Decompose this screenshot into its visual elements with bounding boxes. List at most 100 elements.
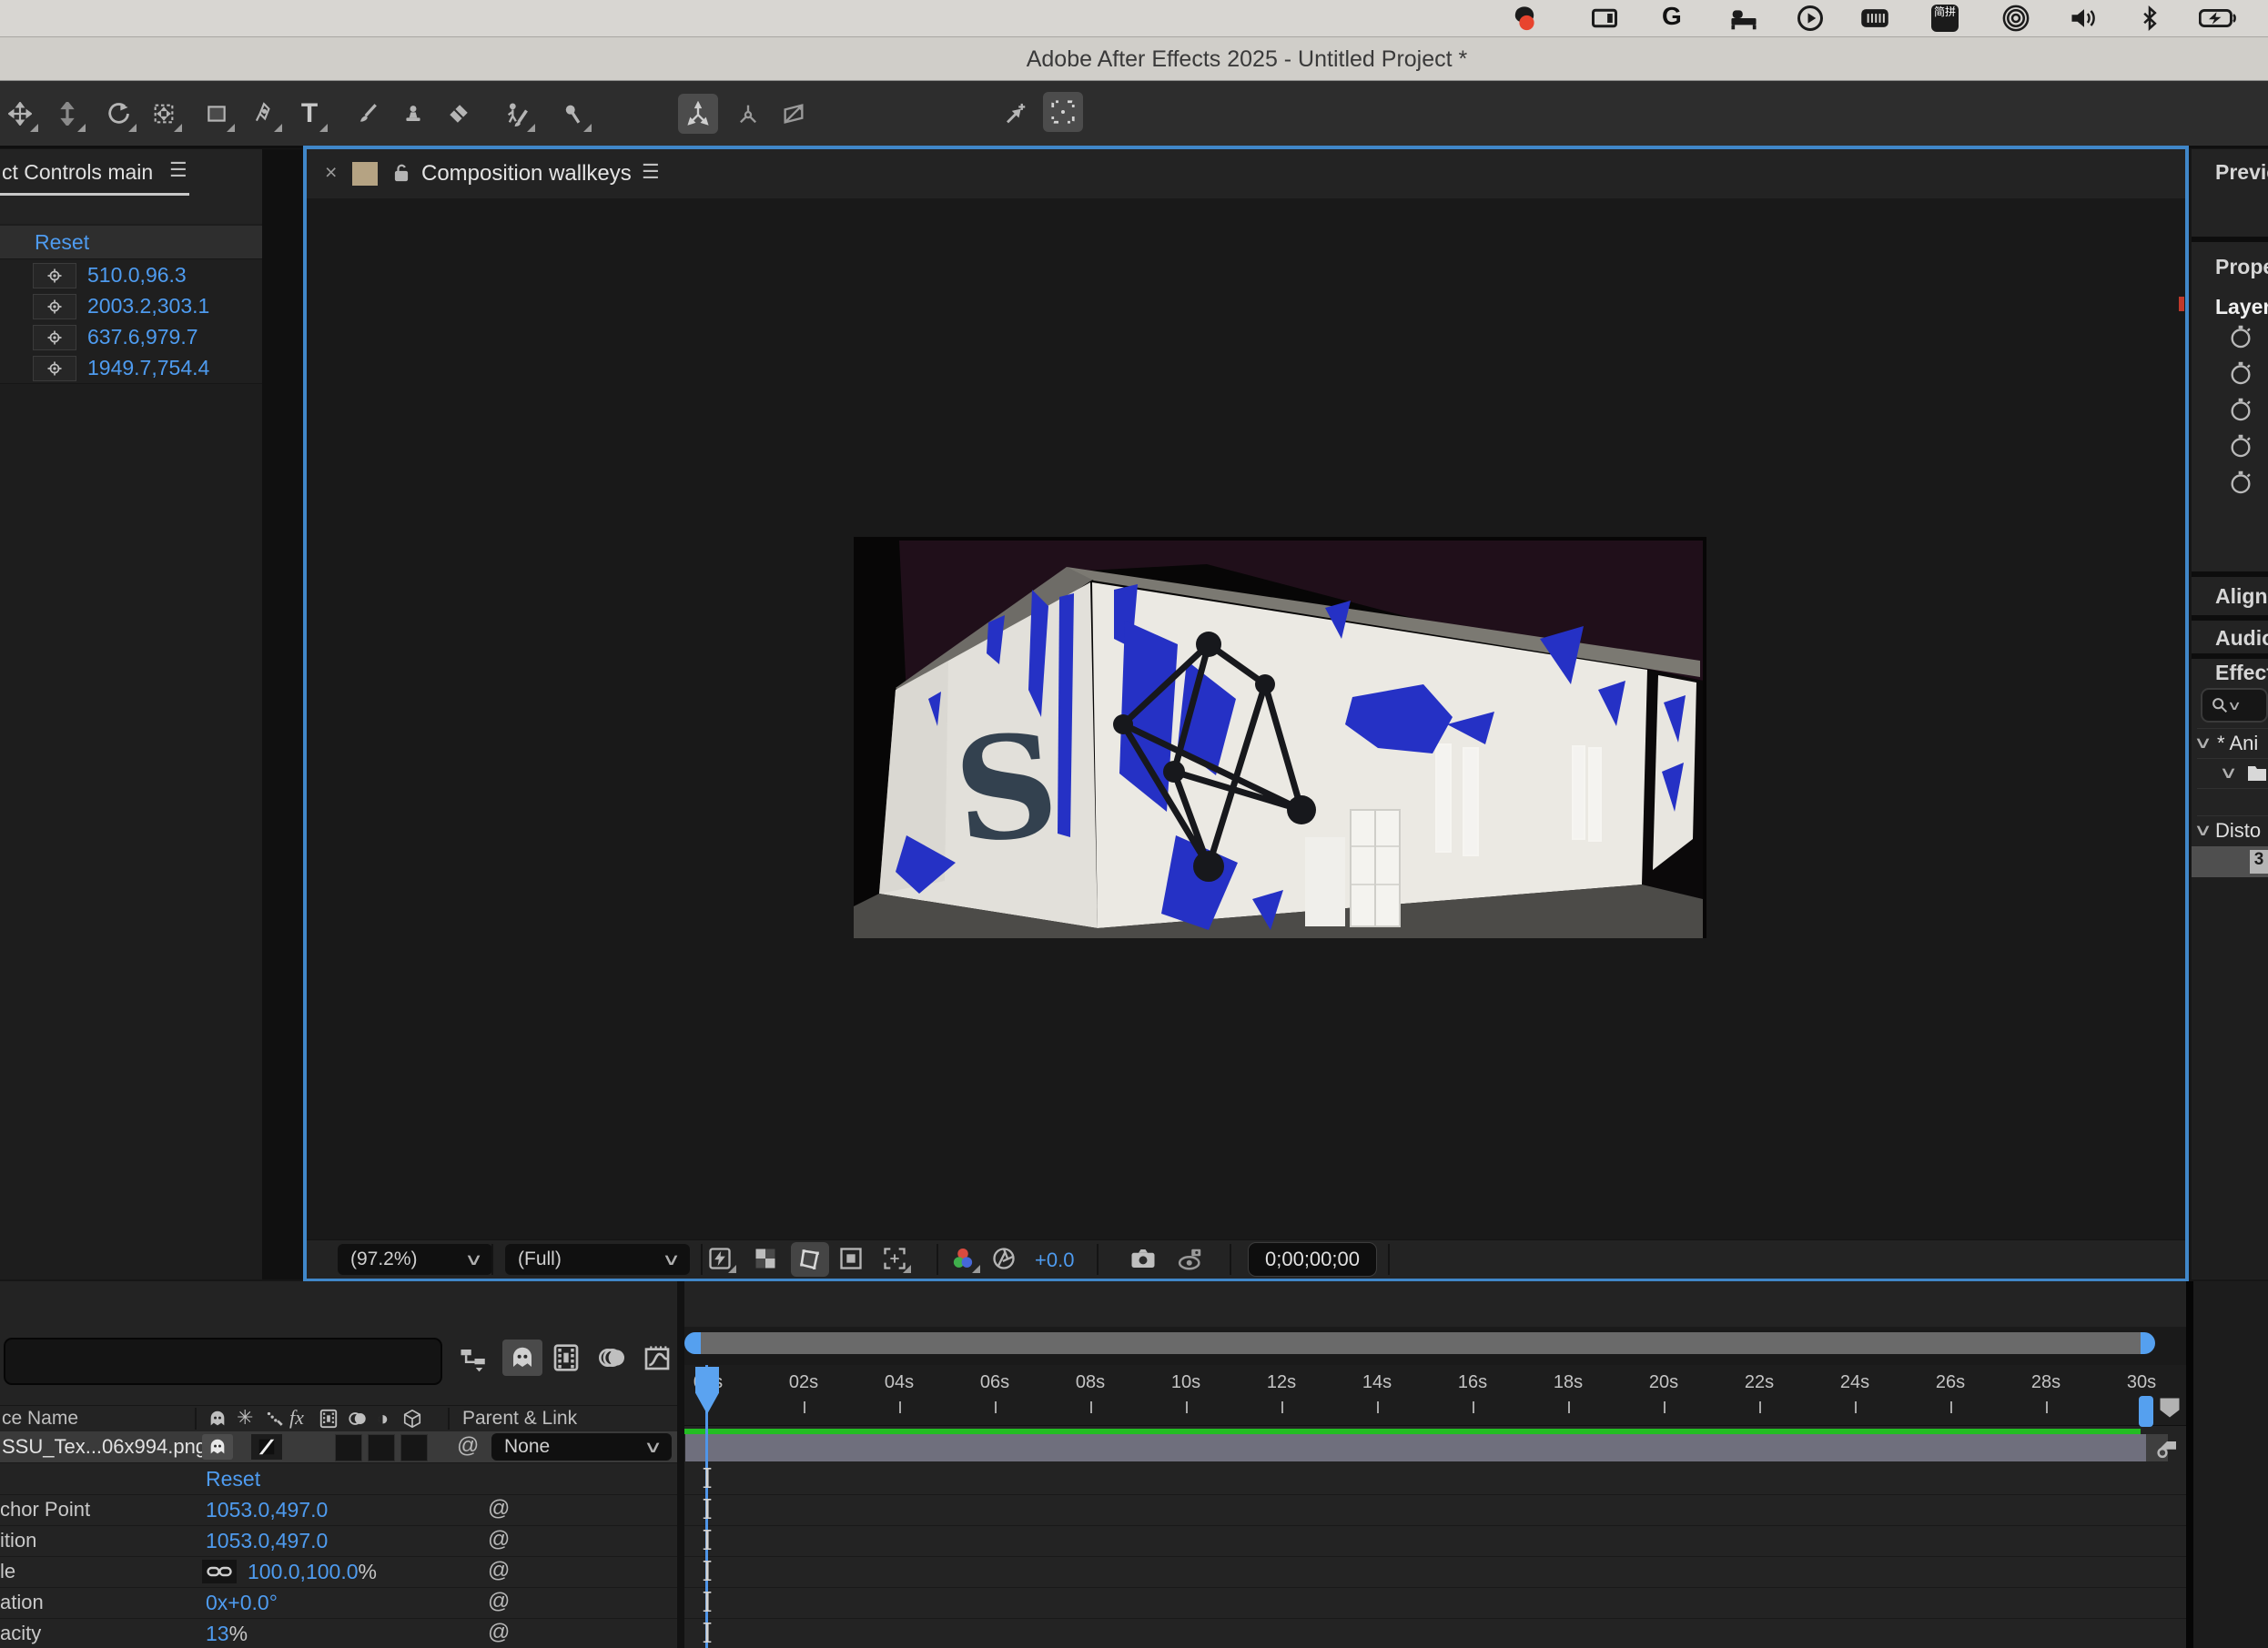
effects-search-input[interactable]: ∨	[2201, 688, 2268, 723]
effects-selected-item[interactable]: 3	[2192, 846, 2268, 877]
effect-header-row[interactable]: Reset	[0, 226, 262, 259]
input-method-icon[interactable]: 简拼	[1931, 5, 1959, 32]
point-target-button[interactable]	[33, 325, 76, 350]
stopwatch-icon[interactable]	[2228, 360, 2253, 386]
layer-duration-bar[interactable]	[685, 1434, 2146, 1461]
fit-view-icon[interactable]	[1043, 92, 1083, 132]
layer-switch-box[interactable]	[368, 1434, 395, 1461]
keyframe-beam-icon[interactable]: I	[695, 1556, 719, 1588]
nav-scrollbar[interactable]	[701, 1332, 2141, 1354]
effects-panel-tab[interactable]: Effects	[2215, 661, 2268, 685]
keyframe-beam-icon[interactable]: I	[695, 1494, 719, 1526]
unlock-icon[interactable]	[390, 161, 412, 185]
barcode-icon[interactable]	[1860, 5, 1889, 32]
pickwhip-icon[interactable]: @	[488, 1527, 510, 1552]
effect-controls-tab[interactable]: ct Controls main	[2, 160, 153, 185]
hand-tool-icon[interactable]	[47, 94, 87, 134]
timeline-nav-bar[interactable]	[684, 1327, 2186, 1365]
stopwatch-icon[interactable]	[2228, 397, 2253, 422]
keyframe-beam-icon[interactable]: I	[695, 1463, 719, 1495]
mask-visibility-icon[interactable]	[791, 1242, 829, 1277]
pickwhip-icon[interactable]: @	[488, 1496, 510, 1522]
effect-reset-button[interactable]: Reset	[35, 230, 89, 255]
align-panel-tab[interactable]: Align	[2215, 584, 2268, 609]
zoom-level-dropdown[interactable]: (97.2%)∨	[338, 1244, 492, 1275]
property-value[interactable]: 13%	[206, 1622, 248, 1646]
point-value[interactable]: 510.0,96.3	[87, 263, 187, 288]
bluetooth-icon[interactable]	[2137, 5, 2162, 32]
layer-switch-box[interactable]	[335, 1434, 362, 1461]
effects-category-distort[interactable]: ∨ Disto	[2197, 815, 2268, 845]
airdrop-icon[interactable]	[2002, 5, 2030, 32]
keyframe-beam-icon[interactable]: I	[695, 1525, 719, 1557]
stopwatch-icon[interactable]	[2228, 324, 2253, 349]
world-axis-mode-icon[interactable]	[728, 94, 768, 134]
rotation-tool-icon[interactable]	[98, 94, 138, 134]
stopwatch-icon[interactable]	[2228, 470, 2253, 495]
point-value[interactable]: 1949.7,754.4	[87, 356, 209, 380]
parent-link-column[interactable]: Parent & Link	[462, 1408, 577, 1430]
effects-folder-row[interactable]: ∨	[2197, 759, 2268, 789]
transparency-grid-icon[interactable]	[753, 1246, 784, 1275]
nav-end-handle[interactable]	[2141, 1332, 2155, 1354]
layer-switch-box[interactable]	[400, 1434, 428, 1461]
layer-source-name[interactable]: SSU_Tex...06x994.png	[2, 1435, 207, 1459]
layer-quality-switch[interactable]	[251, 1434, 282, 1460]
parent-dropdown[interactable]: None∨	[491, 1433, 672, 1461]
view-axis-mode-icon[interactable]	[774, 94, 814, 134]
fast-previews-icon[interactable]	[707, 1246, 738, 1275]
timecode-display[interactable]: 0;00;00;00	[1248, 1242, 1377, 1277]
comp-marker-bin-icon[interactable]	[2157, 1394, 2182, 1421]
clone-stamp-tool-icon[interactable]	[393, 94, 433, 134]
property-value[interactable]: 1053.0,497.0	[206, 1529, 328, 1553]
property-value[interactable]: 100.0,100.0%	[248, 1560, 377, 1584]
twirl-icon[interactable]: ∨	[2219, 763, 2238, 783]
show-snapshot-icon[interactable]	[1177, 1246, 1210, 1275]
layer-shy-switch[interactable]	[202, 1434, 233, 1460]
work-area-end-marker[interactable]	[2139, 1396, 2153, 1427]
link-dimensions-icon[interactable]	[202, 1560, 237, 1583]
stopwatch-icon[interactable]	[2228, 433, 2253, 459]
panel-menu-icon[interactable]: ☰	[169, 158, 187, 182]
keyframe-beam-icon[interactable]: I	[695, 1587, 719, 1619]
effects-category-animation[interactable]: ∨ * Ani	[2197, 728, 2268, 759]
layer-row[interactable]: SSU_Tex...06x994.png @ None∨	[0, 1431, 683, 1463]
tab-close-icon[interactable]: ×	[325, 160, 337, 185]
puppet-pin-tool-icon[interactable]	[553, 94, 593, 134]
preview-panel-tab[interactable]: Previe	[2215, 160, 2268, 185]
frame-blending-icon[interactable]	[552, 1343, 581, 1372]
selection-tool-icon[interactable]	[0, 94, 40, 134]
panel-menu-icon[interactable]: ☰	[642, 160, 660, 184]
point-value[interactable]: 2003.2,303.1	[87, 294, 209, 318]
resolution-dropdown[interactable]: (Full)∨	[505, 1244, 690, 1275]
composition-tab-title[interactable]: Composition wallkeys	[421, 161, 632, 187]
transform-reset-button[interactable]: Reset	[206, 1467, 260, 1491]
camera-tool-icon[interactable]	[144, 94, 184, 134]
tab-color-swatch[interactable]	[352, 162, 378, 186]
comp-mini-flowchart-icon[interactable]	[459, 1345, 486, 1372]
shy-toggle-icon[interactable]	[502, 1340, 542, 1376]
parent-pickwhip-icon[interactable]: @	[457, 1433, 479, 1459]
source-name-column[interactable]: ce Name	[2, 1408, 78, 1430]
g-assistant-icon[interactable]: G	[1662, 2, 1682, 31]
channel-settings-icon[interactable]	[949, 1246, 982, 1275]
display-sidecar-icon[interactable]	[1591, 5, 1618, 32]
bed-icon[interactable]	[1729, 5, 1758, 32]
point-target-button[interactable]	[33, 294, 76, 319]
reset-exposure-icon[interactable]	[991, 1246, 1022, 1275]
motion-blur-icon[interactable]	[597, 1343, 626, 1372]
roto-brush-tool-icon[interactable]	[497, 94, 537, 134]
nav-start-handle[interactable]	[684, 1332, 701, 1354]
graph-editor-icon[interactable]	[643, 1343, 672, 1372]
crop-roi-icon[interactable]	[882, 1246, 913, 1275]
point-target-button[interactable]	[33, 263, 76, 288]
exposure-value[interactable]: +0.0	[1035, 1249, 1074, 1272]
timeline-search-input[interactable]	[4, 1338, 442, 1385]
volume-icon[interactable]	[2070, 5, 2099, 32]
brush-tool-icon[interactable]	[348, 94, 388, 134]
pickwhip-icon[interactable]: @	[488, 1558, 510, 1583]
type-tool-icon[interactable]: T	[289, 94, 329, 134]
keyframe-beam-icon[interactable]: I	[695, 1618, 719, 1648]
region-of-interest-icon[interactable]	[838, 1246, 869, 1275]
local-axis-mode-icon[interactable]	[678, 94, 718, 134]
